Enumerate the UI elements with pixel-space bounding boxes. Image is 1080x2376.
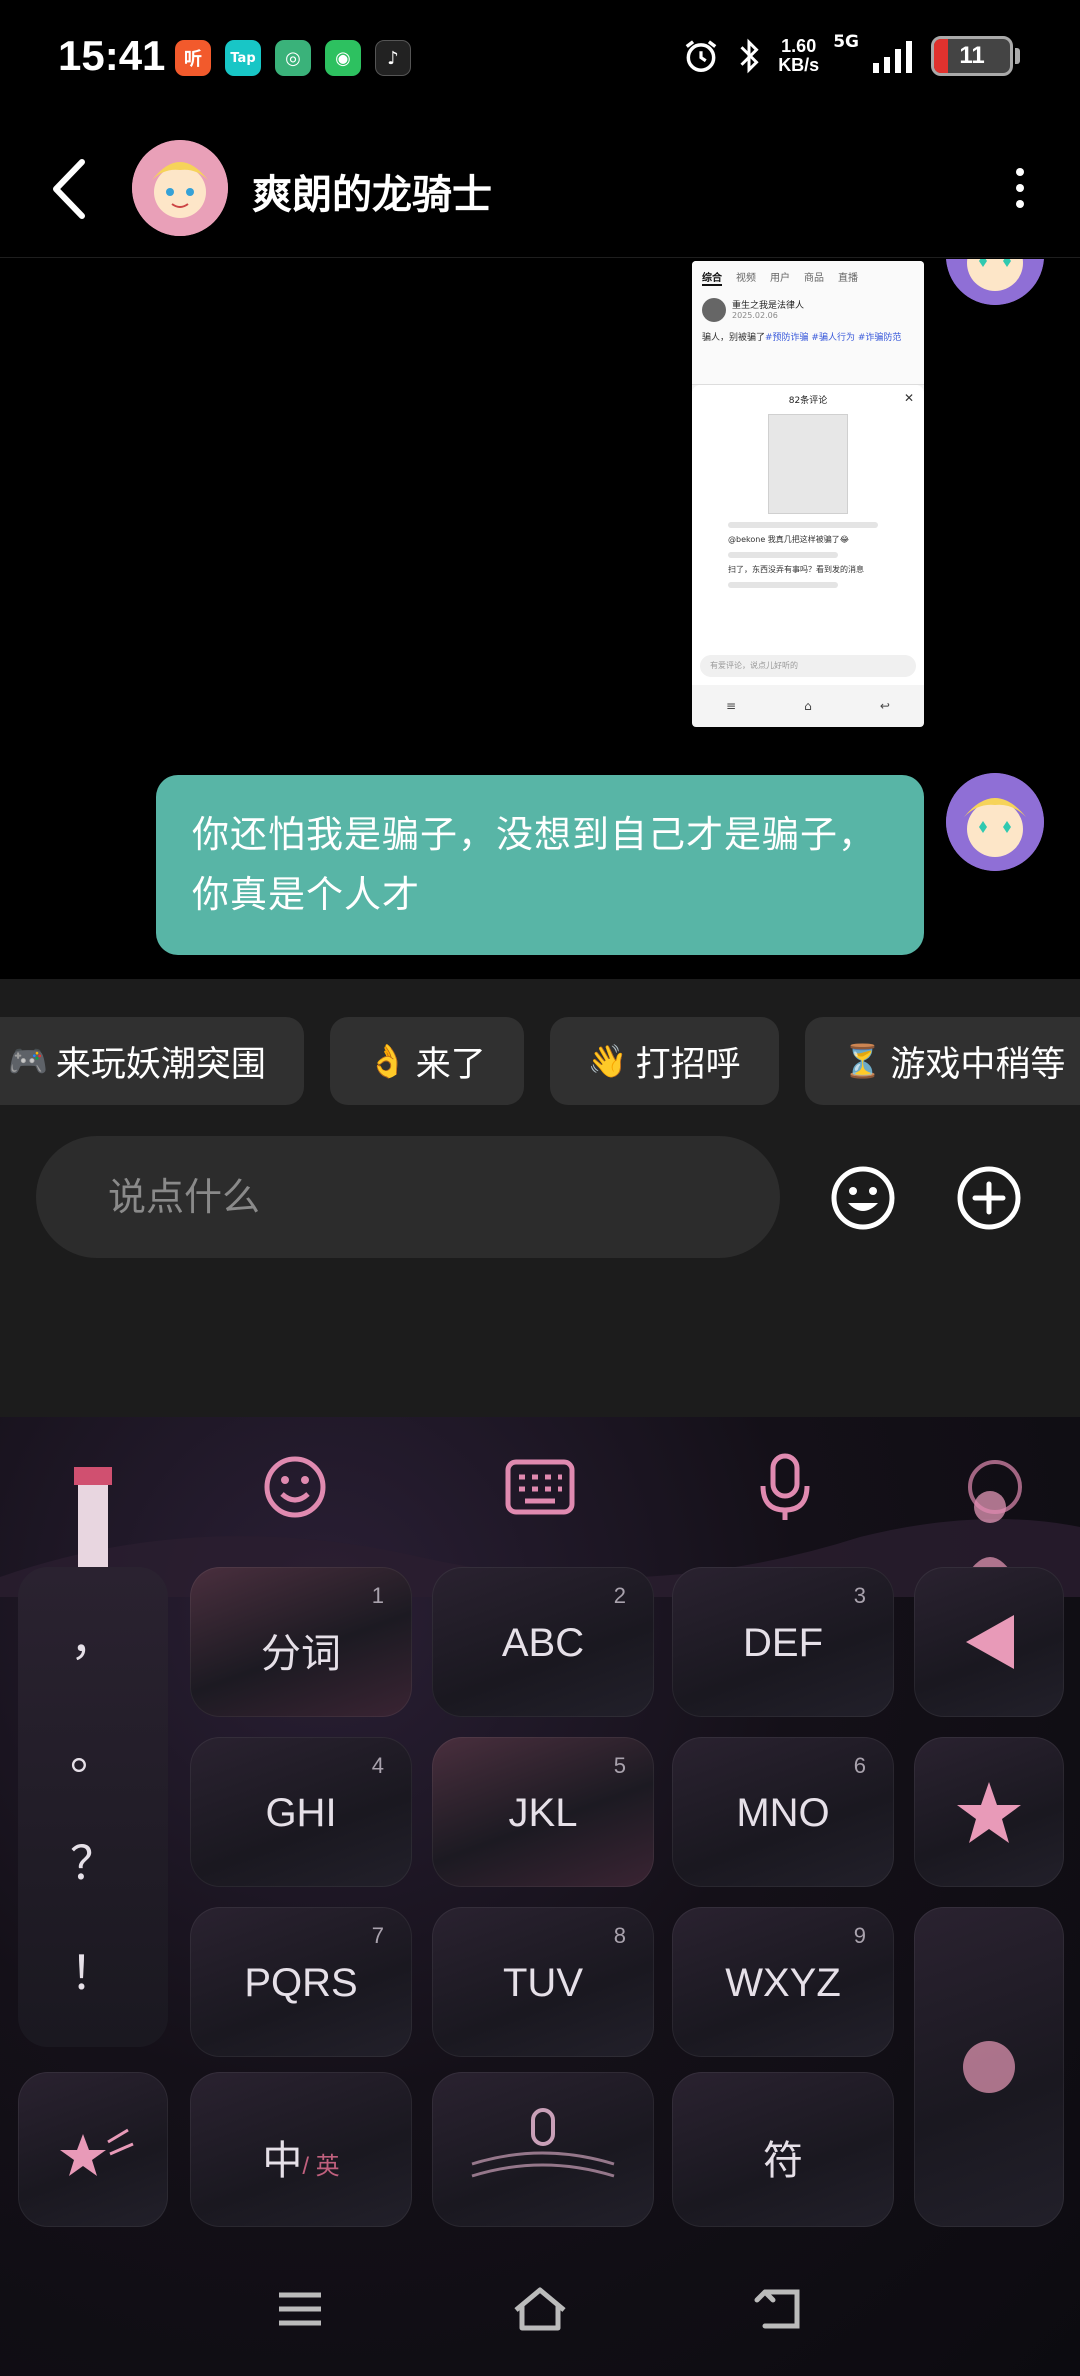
punct-comma[interactable]: ， bbox=[18, 1603, 168, 1669]
key-2-abc[interactable]: 2 ABC bbox=[432, 1567, 654, 1717]
star-icon bbox=[957, 1782, 1021, 1843]
symbol-key[interactable]: 符 bbox=[672, 2072, 894, 2227]
quick-reply-greet[interactable]: 👋 打招呼 bbox=[549, 1017, 779, 1105]
notification-icons: 听 Tap ◎ ◉ ♪ bbox=[175, 40, 411, 76]
kb-voice-tool[interactable] bbox=[745, 1447, 825, 1527]
my-avatar[interactable] bbox=[946, 259, 1044, 305]
plus-icon bbox=[957, 1166, 1021, 1230]
back-nav-button[interactable] bbox=[740, 2274, 820, 2344]
net-speed: 1.60 KB/s bbox=[778, 36, 820, 75]
contact-avatar[interactable] bbox=[132, 140, 228, 236]
enter-key[interactable] bbox=[914, 1907, 1064, 2227]
signal-icon bbox=[873, 41, 912, 73]
system-icons: 1.60 KB/s 5G 11 bbox=[682, 32, 1020, 76]
skin-icon bbox=[968, 1460, 1022, 1514]
backspace-icon bbox=[966, 1615, 1014, 1669]
shooting-star-icon bbox=[60, 2128, 134, 2176]
status-time: 15:41 bbox=[58, 32, 166, 79]
listen-app-icon: 听 bbox=[175, 40, 211, 76]
battery-icon: 11 bbox=[931, 36, 1013, 76]
home-icon bbox=[514, 2287, 566, 2331]
quick-reply-coming[interactable]: 👌 来了 bbox=[329, 1017, 524, 1105]
quick-reply-play[interactable]: 🎮 来玩妖潮突围 bbox=[0, 1017, 304, 1105]
key-5-jkl[interactable]: 5 JKL bbox=[432, 1737, 654, 1887]
smile-icon bbox=[264, 1456, 326, 1518]
keyboard-icon bbox=[505, 1459, 575, 1515]
backspace-key[interactable] bbox=[914, 1567, 1064, 1717]
chat-header: 爽朗的龙骑士 bbox=[0, 120, 1080, 258]
key-8-tuv[interactable]: 8 TUV bbox=[432, 1907, 654, 2057]
menu-icon bbox=[279, 2292, 321, 2326]
back-nav-icon bbox=[754, 2289, 800, 2329]
composer-panel: 🎮 来玩妖潮突围 👌 来了 👋 打招呼 ⏳ 游戏中稍等 bbox=[0, 979, 1080, 1417]
kb-skin-tool[interactable] bbox=[955, 1447, 1035, 1527]
emoji-star-key[interactable] bbox=[18, 2072, 168, 2227]
contact-name: 爽朗的龙骑士 bbox=[252, 172, 492, 218]
punct-period[interactable]: 。 bbox=[18, 1717, 168, 1783]
kb-keyboard-tool[interactable] bbox=[500, 1447, 580, 1527]
key-3-def[interactable]: 3 DEF bbox=[672, 1567, 894, 1717]
star-key[interactable] bbox=[914, 1737, 1064, 1887]
my-avatar[interactable] bbox=[946, 773, 1044, 871]
key-7-pqrs[interactable]: 7 PQRS bbox=[190, 1907, 412, 2057]
mic-wave-icon bbox=[471, 2108, 615, 2178]
message-input[interactable] bbox=[36, 1136, 780, 1258]
alarm-icon bbox=[685, 40, 717, 72]
system-nav-bar bbox=[0, 2246, 1080, 2376]
key-9-wxyz[interactable]: 9 WXYZ bbox=[672, 1907, 894, 2057]
key-1-segment[interactable]: 1 分词 bbox=[190, 1567, 412, 1717]
chat-area[interactable]: 综合 视频 用户 商品 直播 重生之我是法律人 2025.02.06 骗人，别被骗… bbox=[0, 259, 1080, 979]
bluetooth-icon bbox=[740, 38, 759, 74]
quick-replies: 🎮 来玩妖潮突围 👌 来了 👋 打招呼 ⏳ 游戏中稍等 bbox=[0, 1017, 1080, 1105]
punct-exclaim[interactable]: ！ bbox=[18, 1937, 168, 2003]
space-voice-key[interactable] bbox=[432, 2072, 654, 2227]
network-type: 5G bbox=[833, 32, 859, 52]
enter-icon bbox=[963, 2041, 1015, 2093]
tiktok-icon: ♪ bbox=[375, 40, 411, 76]
shared-image-message[interactable]: 综合 视频 用户 商品 直播 重生之我是法律人 2025.02.06 骗人，别被骗… bbox=[692, 261, 924, 727]
back-button[interactable] bbox=[40, 152, 100, 226]
microphone-icon bbox=[760, 1453, 810, 1520]
punctuation-column[interactable]: ， 。 ？ ！ bbox=[18, 1567, 168, 2047]
status-bar: 15:41 听 Tap ◎ ◉ ♪ 1.60 KB/s 5G 11 bbox=[0, 0, 1080, 120]
more-options-button[interactable] bbox=[1000, 158, 1040, 218]
key-4-ghi[interactable]: 4 GHI bbox=[190, 1737, 412, 1887]
punct-question[interactable]: ？ bbox=[18, 1827, 168, 1893]
wechat-icon: ◉ bbox=[325, 40, 361, 76]
text-message-bubble[interactable]: 你还怕我是骗子，没想到自己才是骗子，你真是个人才 bbox=[156, 775, 924, 955]
home-nav-button[interactable] bbox=[500, 2274, 580, 2344]
back-icon bbox=[53, 159, 85, 219]
menu-nav-button[interactable] bbox=[260, 2274, 340, 2344]
kb-emoji-tool[interactable] bbox=[255, 1447, 335, 1527]
ime-keyboard: ， 。 ？ ！ 1 分词 2 ABC 3 DEF 4 GHI 5 JKL 6 MNO 7 PQ… bbox=[0, 1417, 1080, 2376]
quick-reply-wait[interactable]: ⏳ 游戏中稍等 bbox=[804, 1017, 1080, 1105]
emoji-button[interactable] bbox=[830, 1165, 896, 1231]
lang-switch-key[interactable]: 中/ 英 bbox=[190, 2072, 412, 2227]
key-6-mno[interactable]: 6 MNO bbox=[672, 1737, 894, 1887]
taptap-icon: Tap bbox=[225, 40, 261, 76]
add-button[interactable] bbox=[956, 1165, 1022, 1231]
green-app-icon: ◎ bbox=[275, 40, 311, 76]
emoji-icon bbox=[831, 1166, 895, 1230]
